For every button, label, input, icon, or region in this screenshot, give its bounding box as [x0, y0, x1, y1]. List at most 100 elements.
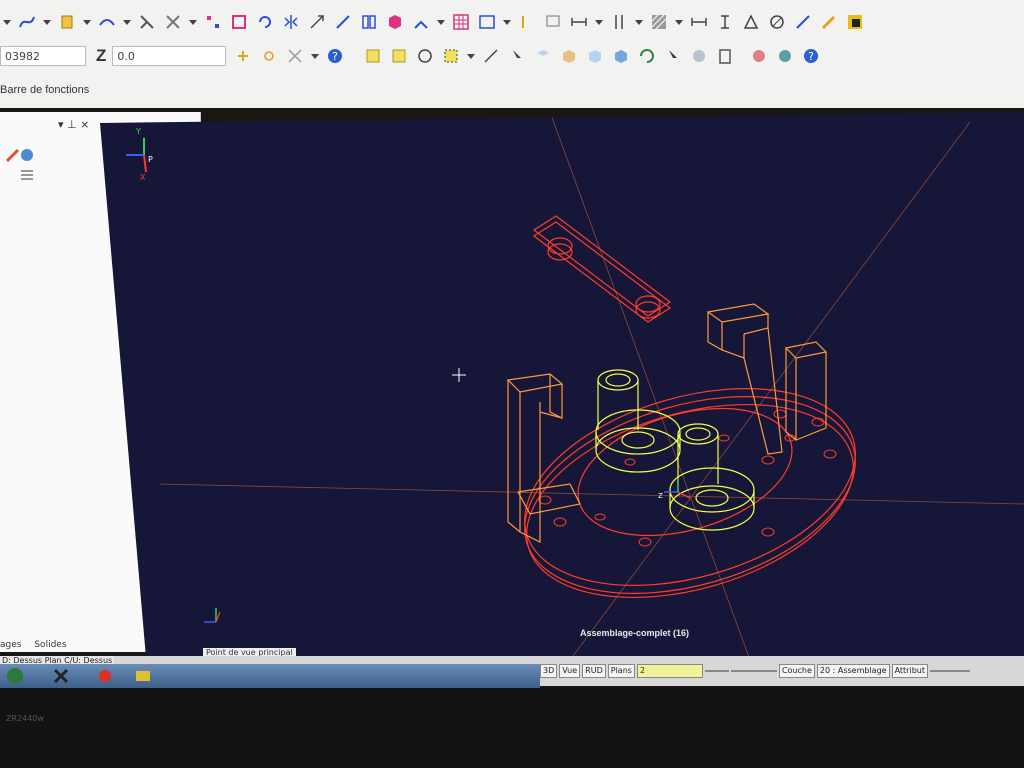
svg-text:?: ? — [808, 50, 814, 63]
mirror-icon[interactable] — [282, 13, 300, 31]
cylinder-pillar-1 — [595, 369, 681, 473]
dropdown-arrow[interactable] — [3, 19, 11, 25]
coord-x-field[interactable]: 03982 — [0, 46, 86, 66]
dropdown-arrow[interactable] — [189, 19, 197, 25]
snap-intersect-icon[interactable] — [286, 47, 304, 65]
function-bar-label: Barre de fonctions — [0, 84, 90, 96]
tab-solides[interactable]: Solides — [34, 640, 66, 650]
select-line-icon[interactable] — [482, 47, 500, 65]
help-icon[interactable]: ? — [326, 47, 344, 65]
dimension-text-icon[interactable] — [716, 13, 734, 31]
dropdown-arrow[interactable] — [675, 19, 683, 25]
points-icon[interactable] — [204, 13, 222, 31]
snap-center-icon[interactable] — [260, 47, 278, 65]
start-icon[interactable] — [6, 667, 24, 685]
delete-segment-icon[interactable] — [164, 13, 182, 31]
select-box-icon[interactable] — [442, 47, 460, 65]
trim-icon[interactable] — [138, 13, 156, 31]
move-icon[interactable] — [230, 13, 248, 31]
stretch-icon[interactable] — [334, 13, 352, 31]
select-rotate-icon[interactable] — [416, 47, 434, 65]
cylinder-icon[interactable] — [58, 13, 76, 31]
dropdown-arrow[interactable] — [635, 19, 643, 25]
btn-vue[interactable]: Vue — [559, 664, 581, 678]
snap-point-icon[interactable] — [234, 47, 252, 65]
extrude-icon[interactable] — [412, 13, 430, 31]
base-plate — [524, 388, 856, 599]
spline-icon[interactable] — [98, 13, 116, 31]
cylinder-pillar-2 — [669, 423, 755, 531]
plans-value[interactable]: 2 — [636, 664, 703, 678]
status-controls: 3D Vue RUD Plans 2 Couche 20 : Assemblag… — [540, 664, 972, 678]
view-box-icon[interactable] — [560, 47, 578, 65]
panel-tabs: ages Solides — [0, 640, 67, 650]
monitor-model-label: ZR2440w — [6, 714, 44, 723]
viewport-canvas[interactable]: Y P X Z — [100, 112, 1024, 660]
split-icon[interactable] — [360, 13, 378, 31]
dimension-vertical-icon[interactable] — [610, 13, 628, 31]
light-icon[interactable] — [776, 47, 794, 65]
dropdown-arrow[interactable] — [43, 19, 51, 25]
select-all-icon[interactable] — [364, 47, 382, 65]
svg-text:Y: Y — [135, 127, 141, 136]
grid-icon[interactable] — [452, 13, 470, 31]
leader-icon[interactable] — [794, 13, 812, 31]
attribut-label[interactable]: Attribut — [891, 664, 928, 678]
svg-text:P: P — [148, 155, 153, 164]
text-cursor-icon[interactable] — [518, 13, 536, 31]
hatch-icon[interactable] — [650, 13, 668, 31]
diameter-icon[interactable] — [768, 13, 786, 31]
dropdown-arrow[interactable] — [311, 53, 320, 59]
line-weight-select[interactable] — [929, 670, 970, 672]
pencil-icon[interactable] — [820, 13, 838, 31]
style-icon[interactable] — [846, 13, 864, 31]
view-rotate-icon[interactable] — [638, 47, 656, 65]
dropdown-arrow[interactable] — [595, 19, 603, 25]
coord-z-label: Z — [96, 46, 107, 65]
3d-viewport[interactable]: Y P X Z — [100, 112, 1024, 660]
clipboard-icon[interactable] — [716, 47, 734, 65]
help-icon-2[interactable]: ? — [802, 47, 820, 65]
color-swatch[interactable] — [704, 670, 729, 672]
panel-info-icon[interactable] — [18, 146, 36, 164]
app-icon-3[interactable] — [134, 667, 152, 685]
btn-3d[interactable]: 3D — [540, 664, 558, 678]
line-style-swatch[interactable] — [730, 670, 777, 672]
view-front-icon[interactable] — [534, 47, 552, 65]
rotate-icon[interactable] — [256, 13, 274, 31]
insert-icon[interactable] — [478, 13, 496, 31]
view-cube-icon[interactable] — [612, 47, 630, 65]
panel-list-icon[interactable] — [18, 166, 36, 184]
note-icon[interactable] — [544, 13, 562, 31]
dropdown-arrow[interactable] — [83, 19, 91, 25]
dropdown-arrow[interactable] — [437, 19, 445, 25]
coord-z-field[interactable]: 0.0 — [112, 46, 227, 66]
crosshair-cursor — [452, 368, 466, 382]
app-icon-1[interactable] — [52, 667, 70, 685]
dropdown-arrow[interactable] — [123, 19, 131, 25]
svg-text:X: X — [140, 173, 146, 182]
dropdown-arrow[interactable] — [467, 53, 476, 59]
panel-controls[interactable]: ▾ ⊥ × — [58, 118, 89, 131]
render-icon[interactable] — [690, 47, 708, 65]
angle-icon[interactable] — [742, 13, 760, 31]
taskbar — [0, 664, 540, 688]
btn-plans[interactable]: Plans — [607, 664, 635, 678]
cursor-icon[interactable] — [508, 47, 526, 65]
btn-rud[interactable]: RUD — [582, 664, 606, 678]
scale-icon[interactable] — [308, 13, 326, 31]
view-iso-icon[interactable] — [586, 47, 604, 65]
solid-icon[interactable] — [386, 13, 404, 31]
pointer-icon[interactable] — [664, 47, 682, 65]
app-icon-2[interactable] — [96, 667, 114, 685]
select-window-icon[interactable] — [390, 47, 408, 65]
curve-icon[interactable] — [18, 13, 36, 31]
material-icon[interactable] — [750, 47, 768, 65]
dimension-linear-icon[interactable] — [690, 13, 708, 31]
guide-line-horizontal — [159, 483, 1024, 505]
dropdown-arrow[interactable] — [503, 19, 511, 25]
couche-value[interactable]: 20 : Assemblage — [816, 664, 890, 678]
svg-text:?: ? — [332, 50, 338, 63]
dimension-horizontal-icon[interactable] — [570, 13, 588, 31]
tab-images[interactable]: ages — [0, 640, 21, 650]
